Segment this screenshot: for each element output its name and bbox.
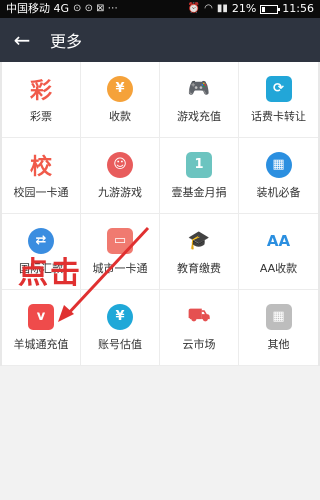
grid-item-label: 话费卡转让 bbox=[251, 109, 306, 123]
status-right: ⏰ ◠ ▮▮ 21% 11:56 bbox=[188, 0, 314, 18]
more-grid-icon: ▦ bbox=[265, 303, 292, 330]
charity-icon: 1 bbox=[186, 151, 212, 178]
grid-item-label: AA收款 bbox=[259, 261, 298, 275]
grid-item[interactable]: v 羊城通充值 bbox=[2, 290, 81, 366]
grid-item[interactable]: ▦ 其他 bbox=[239, 290, 318, 366]
grid-item-label: 其他 bbox=[267, 337, 290, 351]
clock: 11:56 bbox=[282, 2, 314, 15]
grid-item[interactable]: 🎓 教育缴费 bbox=[160, 214, 239, 290]
app-grid-icon: ▦ bbox=[265, 151, 292, 178]
grid-item[interactable]: ▦ 装机必备 bbox=[239, 138, 318, 214]
grid-item[interactable]: ⟳ 话费卡转让 bbox=[239, 62, 318, 138]
grid-item-label: 教育缴费 bbox=[177, 261, 221, 275]
aa-icon: AA bbox=[266, 231, 291, 250]
cloud-market-icon: ⛟ bbox=[187, 304, 211, 326]
grid-item-label: 云市场 bbox=[182, 337, 216, 351]
empty-area bbox=[0, 366, 320, 500]
grid-item-label: 羊城通充值 bbox=[13, 337, 69, 351]
grid-item-label: 游戏充值 bbox=[177, 109, 221, 123]
grid-item-label: 彩票 bbox=[30, 109, 52, 123]
grid-item[interactable]: 1 壹基金月捐 bbox=[160, 138, 239, 214]
page-title: 更多 bbox=[50, 32, 83, 51]
grid-item[interactable]: ¥ 收款 bbox=[81, 62, 160, 138]
grid-item[interactable]: AA AA收款 bbox=[239, 214, 318, 290]
graduation-cap-icon: 🎓 bbox=[187, 230, 211, 251]
battery-icon bbox=[260, 4, 281, 14]
grid-item-label: 账号估值 bbox=[98, 337, 142, 351]
grid-item[interactable]: 彩彩票 bbox=[2, 62, 81, 138]
city-card-icon: ▭ bbox=[107, 227, 133, 254]
signal-icon: ▮▮ bbox=[216, 3, 228, 14]
arrow-left-icon: ← bbox=[13, 28, 31, 52]
grid-item[interactable]: 🎮 游戏充值 bbox=[160, 62, 239, 138]
shield-yen-icon: ¥ bbox=[107, 303, 133, 330]
grid-item-label: 收款 bbox=[109, 109, 131, 123]
jiuyou-game-icon: ☺ bbox=[107, 151, 133, 178]
battery-percent: 21% bbox=[231, 2, 257, 15]
service-grid: 彩彩票 ¥ 收款 🎮 游戏充值 ⟳ 话费卡转让校校园一卡通 ☺ 九游游戏 1 壹基金月捐 ▦ 装机必备 ⇄… bbox=[2, 62, 318, 366]
alarm-icon: ⏰ bbox=[187, 3, 201, 14]
lottery-icon: 彩 bbox=[29, 78, 52, 104]
grid-item-label: 装机必备 bbox=[256, 185, 301, 199]
campus-card-icon: 校 bbox=[29, 154, 52, 180]
yangchengtong-icon: v bbox=[28, 303, 54, 330]
gamepad-icon: 🎮 bbox=[187, 78, 211, 99]
card-transfer-icon: ⟳ bbox=[265, 75, 292, 102]
status-left: 中国移动 4G ⊙ ⊙ ⊠ ⋯ bbox=[6, 0, 118, 18]
grid-item[interactable]: 校校园一卡通 bbox=[2, 138, 81, 214]
status-bar: 中国移动 4G ⊙ ⊙ ⊠ ⋯ ⏰ ◠ ▮▮ 21% 11:56 bbox=[0, 0, 320, 18]
back-button[interactable]: ← bbox=[0, 18, 44, 62]
grid-item[interactable]: ⛟ 云市场 bbox=[160, 290, 239, 366]
notification-icons: ⊙ ⊙ ⊠ ⋯ bbox=[73, 3, 118, 14]
top-bar: ← 更多 bbox=[0, 18, 320, 62]
receive-money-icon: ¥ bbox=[107, 75, 133, 102]
wifi-icon: ◠ bbox=[204, 3, 213, 14]
grid-item-label: 九游游戏 bbox=[98, 185, 142, 199]
grid-item[interactable]: ¥ 账号估值 bbox=[81, 290, 160, 366]
grid-item-label: 城市一卡通 bbox=[92, 261, 148, 275]
carrier-label: 中国移动 4G bbox=[6, 2, 70, 15]
grid-item[interactable]: ☺ 九游游戏 bbox=[81, 138, 160, 214]
grid-item[interactable]: ▭ 城市一卡通 bbox=[81, 214, 160, 290]
grid-item-label: 壹基金月捐 bbox=[171, 185, 227, 199]
grid-item-label: 校园一卡通 bbox=[13, 185, 69, 199]
tap-hint-label: 点击 bbox=[18, 256, 82, 291]
